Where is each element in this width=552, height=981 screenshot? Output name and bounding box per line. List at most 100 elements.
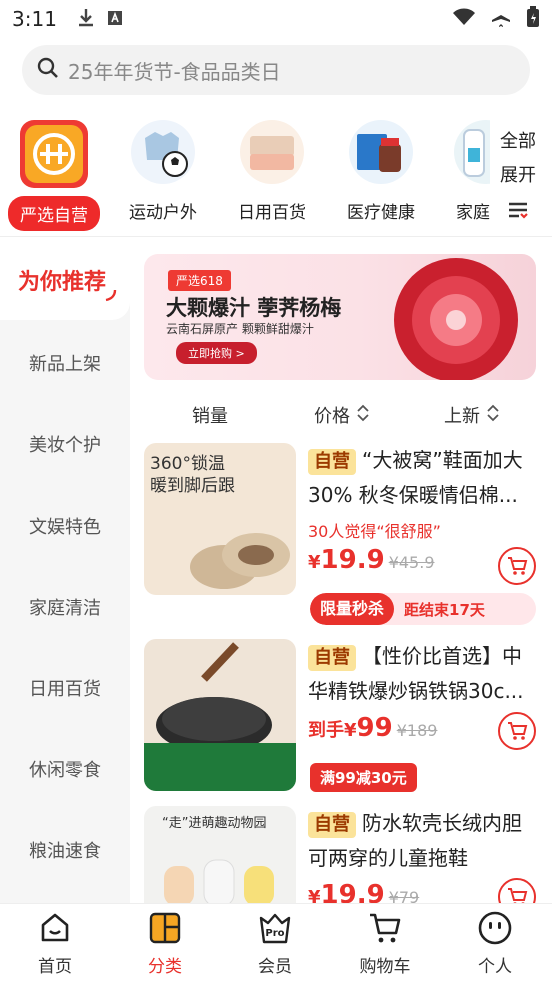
kids-slippers-image: [164, 859, 274, 903]
product-title: 自营 【性价比首选】中华精铁爆炒锅铁锅30c...: [308, 639, 536, 709]
font-icon: [107, 7, 123, 31]
medicine-icon: [357, 134, 401, 172]
category-health[interactable]: 医疗健康: [331, 120, 431, 223]
nav-profile-label: 个人: [478, 957, 512, 977]
sort-new-label: 上新: [444, 406, 480, 427]
add-to-cart-button[interactable]: [498, 712, 536, 750]
category-image: [454, 120, 490, 184]
home-icon: [37, 910, 73, 946]
product-card[interactable]: 自营 【性价比首选】中华精铁爆炒锅铁锅30c... 到手¥99 ¥189 满99减3…: [144, 639, 544, 799]
price-currency: ¥: [308, 552, 321, 573]
add-to-cart-button[interactable]: [498, 878, 536, 903]
product-image-text: 暖到脚后跟: [150, 476, 235, 496]
banner-title: 大颗爆汁 荸荠杨梅: [166, 296, 342, 320]
price-value: 99: [356, 713, 393, 743]
self-operated-tag: 自营: [308, 812, 356, 838]
side-menu-item-new[interactable]: 新品上架: [0, 350, 130, 376]
add-to-cart-button[interactable]: [498, 547, 536, 585]
price-value: 19.9: [320, 545, 385, 575]
search-bar[interactable]: 25年年货节-食品品类日: [22, 45, 530, 95]
all-categories-label: 全部: [500, 131, 536, 152]
slippers-image: [190, 533, 290, 589]
category-outdoor[interactable]: 运动户外: [113, 120, 213, 223]
app-screen: { "status": { "time": "3:11" }, "search"…: [0, 0, 552, 981]
bayberry-image: [394, 258, 518, 380]
sort-new[interactable]: 上新: [444, 402, 500, 428]
banner-tag: 严选618: [168, 270, 231, 291]
banner-cta-button[interactable]: 立即抢购 >: [176, 342, 257, 364]
all-categories-button[interactable]: 全部 展开: [498, 125, 538, 231]
self-operated-tag: 自营: [308, 449, 356, 475]
status-time: 3:11: [12, 7, 57, 31]
category-label: 运动户外: [129, 203, 197, 223]
price-value: 19.9: [320, 880, 385, 903]
product-image-text: “走”进萌趣动物园: [162, 816, 267, 831]
category-image: [240, 120, 304, 184]
airplane-icon: [490, 6, 512, 33]
category-daily-goods[interactable]: 日用百货: [222, 120, 322, 223]
promo-banner[interactable]: 严选618 大颗爆汁 荸荠杨梅 云南石屏原产 颗颗鲜甜爆汁 立即抢购 >: [144, 254, 536, 380]
nav-cart[interactable]: 购物车: [330, 910, 440, 977]
sort-sales[interactable]: 销量: [192, 402, 228, 428]
yanxuan-logo-icon: [33, 133, 75, 175]
shopping-cart-icon: [367, 910, 403, 946]
side-menu-item-culture[interactable]: 文娱特色: [0, 513, 130, 539]
wok-image: [144, 642, 296, 791]
product-card[interactable]: “走”进萌趣动物园 自营 防水软壳长绒内胆可两穿的儿童拖鞋 ¥19.9 ¥79: [144, 806, 544, 903]
category-home[interactable]: 家庭: [440, 120, 490, 223]
category-label: 严选自营: [8, 196, 100, 231]
category-self-operated[interactable]: 严选自营: [4, 120, 104, 231]
sort-price[interactable]: 价格: [314, 402, 370, 428]
product-image: [144, 639, 296, 791]
product-title: 自营 “大被窝”鞋面加大30% 秋冬保暖情侣棉...: [308, 443, 536, 513]
nav-profile[interactable]: 个人: [440, 910, 550, 977]
product-title: 自营 防水软壳长绒内胆可两穿的儿童拖鞋: [308, 806, 536, 876]
category-image: [20, 120, 88, 188]
bottle-icon: [463, 129, 485, 177]
profile-face-icon: [477, 910, 513, 946]
product-price: 到手¥99 ¥189: [308, 713, 437, 743]
original-price: ¥79: [388, 888, 420, 903]
original-price: ¥189: [396, 721, 438, 740]
battery-icon: [526, 5, 540, 33]
side-menu-item-snacks[interactable]: 休闲零食: [0, 756, 130, 782]
sort-price-label: 价格: [314, 406, 350, 427]
cart-icon: [508, 888, 528, 903]
category-icon: [147, 910, 183, 946]
side-menu-item-beauty[interactable]: 美妆个护: [0, 431, 130, 457]
nav-category[interactable]: 分类: [110, 910, 220, 977]
nav-home-label: 首页: [38, 957, 72, 977]
product-price: ¥19.9 ¥45.9: [308, 545, 435, 575]
wifi-icon: [452, 7, 476, 32]
nav-cart-label: 购物车: [359, 957, 411, 977]
flash-sale-countdown: 距结束17天: [404, 600, 485, 619]
side-menu-item-daily[interactable]: 日用百货: [0, 675, 130, 701]
svg-text:Pro: Pro: [265, 928, 284, 939]
product-review-note: 30人觉得“很舒服”: [308, 522, 441, 541]
nav-member-label: 会员: [258, 957, 292, 977]
nav-home[interactable]: 首页: [0, 910, 110, 977]
recommended-label: 为你推荐: [18, 270, 107, 295]
side-menu-item-grain[interactable]: 粮油速食: [0, 837, 130, 863]
download-icon: [77, 7, 95, 32]
category-label: 家庭: [456, 203, 490, 223]
bottom-nav: 首页 分类 Pro 会员 购物车 个人: [0, 903, 552, 981]
side-menu-recommended[interactable]: 为你推荐: [0, 238, 130, 320]
banner-subtitle: 云南石屏原产 颗颗鲜甜爆汁: [166, 322, 314, 336]
side-menu-item-cleaning[interactable]: 家庭清洁: [0, 594, 130, 620]
discount-badge: 满99减30元: [310, 763, 417, 792]
cart-icon: [508, 722, 528, 740]
category-image: [349, 120, 413, 184]
sort-bar: 销量 价格 上新: [144, 400, 544, 430]
product-price: ¥19.9 ¥79: [308, 880, 419, 903]
category-strip: 严选自营 运动户外 日用百货 医疗健康 家庭: [0, 105, 552, 237]
nav-member[interactable]: Pro 会员: [220, 910, 330, 977]
towels-icon: [250, 136, 294, 170]
expand-menu-icon: [498, 197, 538, 231]
member-pro-icon: Pro: [257, 910, 293, 946]
category-label: 医疗健康: [347, 203, 415, 223]
product-card[interactable]: 360°锁温 暖到脚后跟 自营 “大被窝”鞋面加大30% 秋冬保暖情侣棉... 3…: [144, 443, 544, 633]
original-price: ¥45.9: [388, 553, 435, 572]
search-placeholder: 25年年货节-食品品类日: [68, 59, 281, 84]
price-currency: ¥: [308, 887, 321, 903]
